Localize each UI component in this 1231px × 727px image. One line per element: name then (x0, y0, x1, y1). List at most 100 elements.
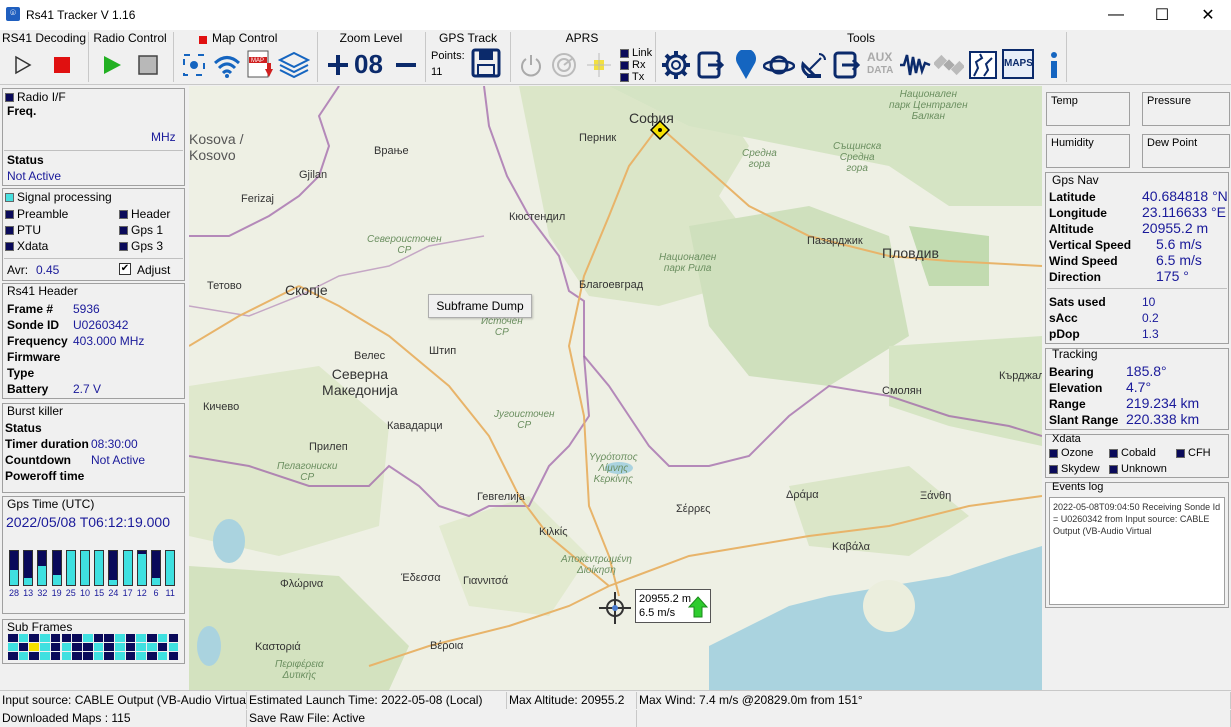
radio-stop-button[interactable] (132, 49, 164, 81)
map-label-smolyan: Смолян (882, 385, 922, 397)
radio-status-value: Not Active (7, 169, 62, 183)
adjust-checkbox[interactable]: ✔ (119, 263, 131, 275)
group-label-gps-track: GPS Track (438, 31, 497, 45)
divider (4, 258, 183, 259)
play-decode-button[interactable] (6, 49, 38, 81)
map-label-ferizaj: Ferizaj (241, 193, 275, 205)
sub-frame-cell (115, 652, 125, 660)
separator (173, 32, 174, 82)
map-label-kosovo: Kosova / Kosovo (189, 131, 244, 163)
countdown-label: Countdown (5, 453, 71, 467)
aprs-status-leds: Link Rx Tx (620, 47, 652, 83)
download-map-button[interactable]: MAP (244, 49, 276, 81)
sub-frame-cell (136, 652, 147, 660)
map-view[interactable]: София Перник Кюстендил Благоевград Пазар… (189, 86, 1042, 690)
map-control-led (199, 36, 207, 44)
satellite-button[interactable] (933, 49, 965, 81)
xdata-unknown: Unknown (1109, 463, 1167, 475)
map-label-kavadarci: Кавадарци (387, 420, 443, 432)
map-label-tetovo: Тетово (207, 280, 242, 292)
satellite-snr-label: 25 (65, 588, 76, 598)
map-label-kyustendil: Кюстендил (509, 211, 566, 223)
sub-frame-cell (93, 643, 104, 651)
pdop-label: pDop (1049, 327, 1080, 341)
sub-frame-cell (40, 652, 50, 660)
maps-button[interactable]: MAPS (1002, 49, 1034, 79)
waveform-button[interactable] (899, 49, 931, 81)
zoom-level-value: 08 (354, 49, 383, 79)
home-station-marker[interactable] (649, 119, 671, 143)
satellite-bar (122, 550, 133, 586)
map-marker-button[interactable] (730, 49, 762, 81)
aprs-rx-led: Rx (620, 59, 652, 71)
chart-button[interactable] (967, 49, 999, 81)
map-label-region-severoistochen: Североисточен СР (367, 234, 442, 256)
export-button[interactable] (695, 49, 727, 81)
sub-frame-cell (61, 634, 72, 642)
satellite-snr-label: 19 (51, 588, 62, 598)
profile-chart-icon (969, 51, 997, 79)
stop-icon (138, 55, 158, 75)
xdata-indicator: Xdata (5, 239, 48, 253)
preamble-indicator: Preamble (5, 207, 68, 221)
sub-frame-cell (168, 652, 179, 660)
zoom-in-button[interactable] (322, 49, 354, 81)
center-map-button[interactable] (178, 49, 210, 81)
xdata-panel: Xdata Ozone Cobald CFH Skydew Unknown (1045, 433, 1229, 478)
sub-frame-cell (147, 634, 157, 642)
gear-icon (662, 51, 690, 79)
map-label-vranje: Врање (374, 145, 409, 157)
altitude-value: 20955.2 m (1142, 220, 1209, 236)
events-log-text[interactable]: 2022-05-08T09:04:50 Receiving Sonde Id =… (1049, 497, 1225, 605)
sub-frame-cell (157, 643, 168, 651)
map-layers-button[interactable] (278, 49, 310, 81)
satellite-snr-label: 17 (122, 588, 133, 598)
planet-button[interactable] (763, 49, 795, 81)
map-label-region-pelagoniski: Пелагониски СР (277, 461, 338, 483)
settings-button[interactable] (660, 49, 692, 81)
status-max-altitude: Max Altitude: 20955.2 (507, 692, 637, 709)
dewpoint-field: Dew Point (1142, 134, 1230, 168)
sub-frame-cell (61, 643, 72, 651)
maximize-button[interactable]: ☐ (1139, 0, 1185, 30)
satellite-snr-bars: 28 13 32 19 25 10 15 24 17 12 6 11 (9, 550, 179, 598)
satellite-snr-label: 10 (79, 588, 90, 598)
aprs-position-button[interactable] (583, 49, 615, 81)
wifi-icon (213, 56, 241, 78)
import-button[interactable] (831, 49, 863, 81)
wifi-map-button[interactable] (211, 49, 243, 81)
satellite-snr-label: 11 (165, 588, 175, 598)
antenna-button[interactable] (798, 49, 830, 81)
radio-play-button[interactable] (96, 49, 128, 81)
map-label-park-balkan: Национален парк Централен Балкан (889, 89, 968, 122)
map-label-veria: Βέροια (430, 640, 464, 652)
satellite-bar (151, 550, 161, 586)
map-label-kerkinis: Υγρότοπος Λίμνης Κερκίνης (589, 452, 638, 485)
sub-frame-cell (29, 652, 40, 660)
satellite-snr-label: 12 (136, 588, 147, 598)
map-label-kichevo: Кичево (203, 401, 240, 413)
balloon-marker[interactable] (599, 592, 631, 627)
sub-frame-cell (72, 643, 82, 651)
sub-frame-cell (82, 652, 93, 660)
gps-time-title: Gps Time (UTC) (7, 497, 95, 511)
satellite-snr-label: 15 (94, 588, 105, 598)
aprs-power-button[interactable] (515, 49, 547, 81)
aux-data-button[interactable]: AUX DATA (867, 51, 893, 77)
zoom-out-button[interactable] (390, 49, 422, 81)
map-label-region-jugoistochen: Југоисточен СР (494, 409, 555, 431)
close-button[interactable]: ✕ (1185, 0, 1231, 30)
info-icon (1051, 52, 1057, 78)
save-track-button[interactable] (470, 47, 502, 79)
status-input-source: Input source: CABLE Output (VB-Audio Vir… (2, 692, 247, 709)
xdata-title: Xdata (1052, 433, 1081, 445)
tracking-panel: Tracking Bearing 185.8° Elevation 4.7° R… (1045, 347, 1229, 430)
xdata-cfh: CFH (1176, 447, 1211, 459)
aprs-radar-button[interactable] (548, 49, 580, 81)
stop-decode-button[interactable] (46, 49, 78, 81)
radio-if-panel: Radio I/F Freq. MHz Status Not Active (2, 88, 185, 186)
status-raw-file: Save Raw File: Active (247, 710, 637, 727)
subframe-dump-button[interactable]: Subframe Dump (428, 294, 532, 318)
minimize-button[interactable]: — (1093, 0, 1139, 30)
sub-frame-cell (8, 634, 18, 642)
